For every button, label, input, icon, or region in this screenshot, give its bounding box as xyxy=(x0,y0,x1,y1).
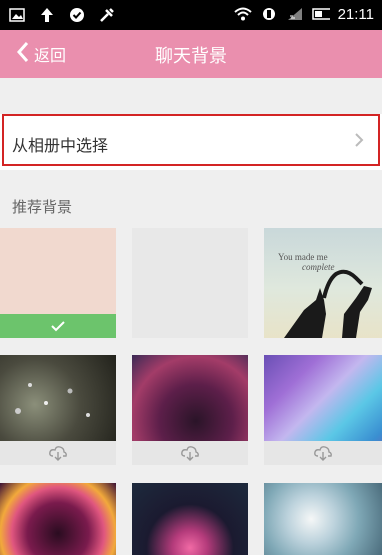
check-icon xyxy=(51,321,65,332)
cloud-download-icon xyxy=(314,446,332,461)
background-thumbnail xyxy=(132,228,248,338)
choose-from-album-label: 从相册中选择 xyxy=(12,136,109,155)
check-shield-icon xyxy=(68,6,86,24)
download-bar[interactable] xyxy=(264,441,382,465)
background-item[interactable] xyxy=(132,355,248,465)
background-thumbnail: You made me complete xyxy=(264,228,382,338)
background-item[interactable] xyxy=(264,355,382,465)
cloud-download-icon xyxy=(181,446,199,461)
selected-indicator xyxy=(0,314,116,338)
download-bar[interactable] xyxy=(0,441,116,465)
background-item[interactable] xyxy=(132,483,248,555)
background-thumbnail xyxy=(132,483,248,555)
gallery-icon xyxy=(8,6,26,24)
signal-icon xyxy=(286,5,304,23)
background-item[interactable] xyxy=(0,228,116,338)
cloud-download-icon xyxy=(49,446,67,461)
background-item[interactable] xyxy=(264,483,382,555)
battery-icon xyxy=(311,5,330,23)
vibrate-icon xyxy=(260,5,278,23)
upload-arrow-icon xyxy=(38,6,56,24)
background-item[interactable] xyxy=(0,355,116,465)
background-item[interactable]: You made me complete xyxy=(264,228,382,338)
wifi-icon xyxy=(233,5,252,23)
download-bar[interactable] xyxy=(132,441,248,465)
status-bar: 21:11 xyxy=(0,0,382,30)
choose-from-album-row[interactable]: 从相册中选择 xyxy=(0,114,382,170)
background-thumbnail xyxy=(264,483,382,555)
section-title: 推荐背景 xyxy=(12,198,73,216)
tools-icon xyxy=(98,6,116,24)
background-item[interactable] xyxy=(0,483,116,555)
heart-hands-silhouette xyxy=(284,269,372,338)
chevron-right-icon xyxy=(354,132,364,152)
nav-bar: 返回 聊天背景 xyxy=(0,30,382,78)
background-thumbnail xyxy=(0,483,116,555)
page-title: 聊天背景 xyxy=(155,46,227,67)
background-item[interactable] xyxy=(132,228,248,338)
overlay-text: You made me complete xyxy=(278,252,335,272)
clock: 21:11 xyxy=(337,5,374,23)
